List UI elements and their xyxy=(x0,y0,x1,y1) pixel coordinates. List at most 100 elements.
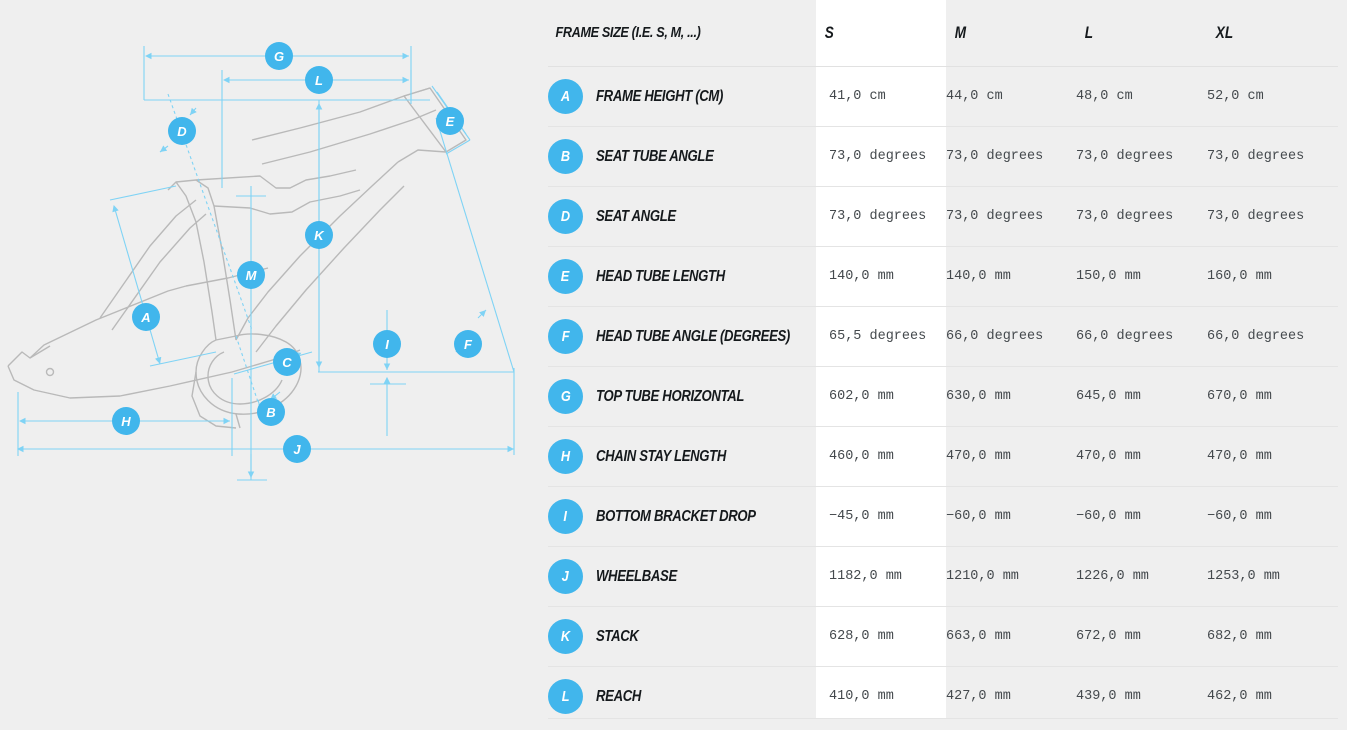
row-name-text: WHEELBASE xyxy=(596,567,677,585)
callout-B: B xyxy=(257,398,285,426)
table-row: J WHEELBASE 1182,0 mm 1210,0 mm 1226,0 m… xyxy=(548,546,1338,607)
row-code-badge: F xyxy=(548,319,583,354)
callout-label: G xyxy=(274,49,284,64)
callout-A: A xyxy=(132,303,160,331)
row-name-text: TOP TUBE HORIZONTAL xyxy=(596,387,745,405)
row-value-xl: 73,0 degrees xyxy=(1207,186,1338,247)
callout-I-vertical: I xyxy=(373,330,401,358)
row-value-m: 630,0 mm xyxy=(946,366,1076,427)
header-cell-size-xl[interactable]: XL xyxy=(1207,0,1338,67)
row-value-xl: 66,0 degrees xyxy=(1207,306,1338,367)
row-value-m: 73,0 degrees xyxy=(946,186,1076,247)
callout-M: M xyxy=(237,261,265,289)
row-label-cell: A FRAME HEIGHT (CM) xyxy=(548,66,816,127)
header-cell-size-s[interactable]: S xyxy=(816,0,946,67)
row-code-badge: H xyxy=(548,439,583,474)
bike-geometry-diagram: G L D E K M A I F C B H J xyxy=(0,0,533,730)
header-cell-size-m[interactable]: M xyxy=(946,0,1076,67)
row-code-text: F xyxy=(561,328,570,345)
row-value-s: 73,0 degrees xyxy=(816,186,946,247)
table-body: A FRAME HEIGHT (CM) 41,0 cm 44,0 cm 48,0… xyxy=(548,66,1338,727)
row-value-m: 1210,0 mm xyxy=(946,546,1076,607)
callout-label: C xyxy=(282,355,292,370)
row-value-s: 460,0 mm xyxy=(816,426,946,487)
row-name-text: CHAIN STAY LENGTH xyxy=(596,447,727,465)
row-label-cell: I BOTTOM BRACKET DROP xyxy=(548,486,816,547)
row-code-badge: I xyxy=(548,499,583,534)
callout-label: H xyxy=(121,414,131,429)
row-code-badge: D xyxy=(548,199,583,234)
row-value-s: 628,0 mm xyxy=(816,606,946,667)
row-name-text: REACH xyxy=(596,687,642,705)
row-value-xl: 52,0 cm xyxy=(1207,66,1338,127)
row-label-cell: H CHAIN STAY LENGTH xyxy=(548,426,816,487)
row-name-text: HEAD TUBE ANGLE (DEGREES) xyxy=(596,327,790,345)
callout-H: H xyxy=(112,407,140,435)
row-value-m: 140,0 mm xyxy=(946,246,1076,307)
table-row: D SEAT ANGLE 73,0 degrees 73,0 degrees 7… xyxy=(548,186,1338,247)
callout-label: F xyxy=(464,337,473,352)
table-row: G TOP TUBE HORIZONTAL 602,0 mm 630,0 mm … xyxy=(548,366,1338,427)
header-cell-label: FRAME SIZE (I.E. S, M, ...) xyxy=(548,0,816,67)
row-value-xl: −60,0 mm xyxy=(1207,486,1338,547)
table-header: FRAME SIZE (I.E. S, M, ...) S M L XL xyxy=(548,0,1338,67)
header-size-l: L xyxy=(1084,23,1094,42)
callout-label: A xyxy=(140,310,150,325)
row-code-text: E xyxy=(561,268,570,285)
row-name-text: SEAT TUBE ANGLE xyxy=(596,147,714,165)
header-cell-size-l[interactable]: L xyxy=(1076,0,1207,67)
row-value-s: 41,0 cm xyxy=(816,66,946,127)
callout-label: L xyxy=(315,73,323,88)
row-value-l: 470,0 mm xyxy=(1076,426,1207,487)
callout-label: K xyxy=(314,228,325,243)
row-value-l: 150,0 mm xyxy=(1076,246,1207,307)
row-code-badge: B xyxy=(548,139,583,174)
row-value-xl: 73,0 degrees xyxy=(1207,126,1338,187)
callout-label: J xyxy=(293,442,301,457)
callout-label: D xyxy=(177,124,187,139)
row-label-cell: D SEAT ANGLE xyxy=(548,186,816,247)
row-code-text: D xyxy=(560,208,571,225)
table-row: A FRAME HEIGHT (CM) 41,0 cm 44,0 cm 48,0… xyxy=(548,66,1338,127)
row-value-m: −60,0 mm xyxy=(946,486,1076,547)
row-value-m: 73,0 degrees xyxy=(946,126,1076,187)
row-label-cell: B SEAT TUBE ANGLE xyxy=(548,126,816,187)
row-code-badge: J xyxy=(548,559,583,594)
geometry-page: G L D E K M A I F C B H J FRAME SIZE (I.… xyxy=(0,0,1347,730)
row-code-text: A xyxy=(560,88,571,105)
row-value-s: 73,0 degrees xyxy=(816,126,946,187)
table-row: F HEAD TUBE ANGLE (DEGREES) 65,5 degrees… xyxy=(548,306,1338,367)
table-row: B SEAT TUBE ANGLE 73,0 degrees 73,0 degr… xyxy=(548,126,1338,187)
header-label-text: FRAME SIZE (I.E. S, M, ...) xyxy=(555,24,701,41)
row-label-cell: K STACK xyxy=(548,606,816,667)
row-label-cell: F HEAD TUBE ANGLE (DEGREES) xyxy=(548,306,816,367)
row-code-text: J xyxy=(561,568,570,585)
callout-label: B xyxy=(266,405,275,420)
table-row: I BOTTOM BRACKET DROP −45,0 mm −60,0 mm … xyxy=(548,486,1338,547)
callout-label: I xyxy=(385,337,389,352)
row-code-text: B xyxy=(560,148,571,165)
row-value-xl: 670,0 mm xyxy=(1207,366,1338,427)
row-value-s: −45,0 mm xyxy=(816,486,946,547)
row-code-badge: L xyxy=(548,679,583,714)
header-row: FRAME SIZE (I.E. S, M, ...) S M L XL xyxy=(548,0,1338,67)
row-value-l: 73,0 degrees xyxy=(1076,126,1207,187)
row-code-text: H xyxy=(560,448,571,465)
row-code-text: G xyxy=(560,388,571,405)
table-bottom-divider xyxy=(548,718,1338,719)
row-value-m: 470,0 mm xyxy=(946,426,1076,487)
row-code-badge: G xyxy=(548,379,583,414)
row-value-xl: 160,0 mm xyxy=(1207,246,1338,307)
row-label-cell: J WHEELBASE xyxy=(548,546,816,607)
row-value-l: 66,0 degrees xyxy=(1076,306,1207,367)
frame-geometry-table: FRAME SIZE (I.E. S, M, ...) S M L XL A F… xyxy=(548,0,1338,726)
row-value-xl: 682,0 mm xyxy=(1207,606,1338,667)
row-label-cell: G TOP TUBE HORIZONTAL xyxy=(548,366,816,427)
frame-outline xyxy=(7,87,467,429)
geometry-table-panel: FRAME SIZE (I.E. S, M, ...) S M L XL A F… xyxy=(533,0,1347,730)
callout-label: M xyxy=(246,268,258,283)
row-code-badge: A xyxy=(548,79,583,114)
callout-L: L xyxy=(305,66,333,94)
row-value-l: 1226,0 mm xyxy=(1076,546,1207,607)
row-value-m: 44,0 cm xyxy=(946,66,1076,127)
